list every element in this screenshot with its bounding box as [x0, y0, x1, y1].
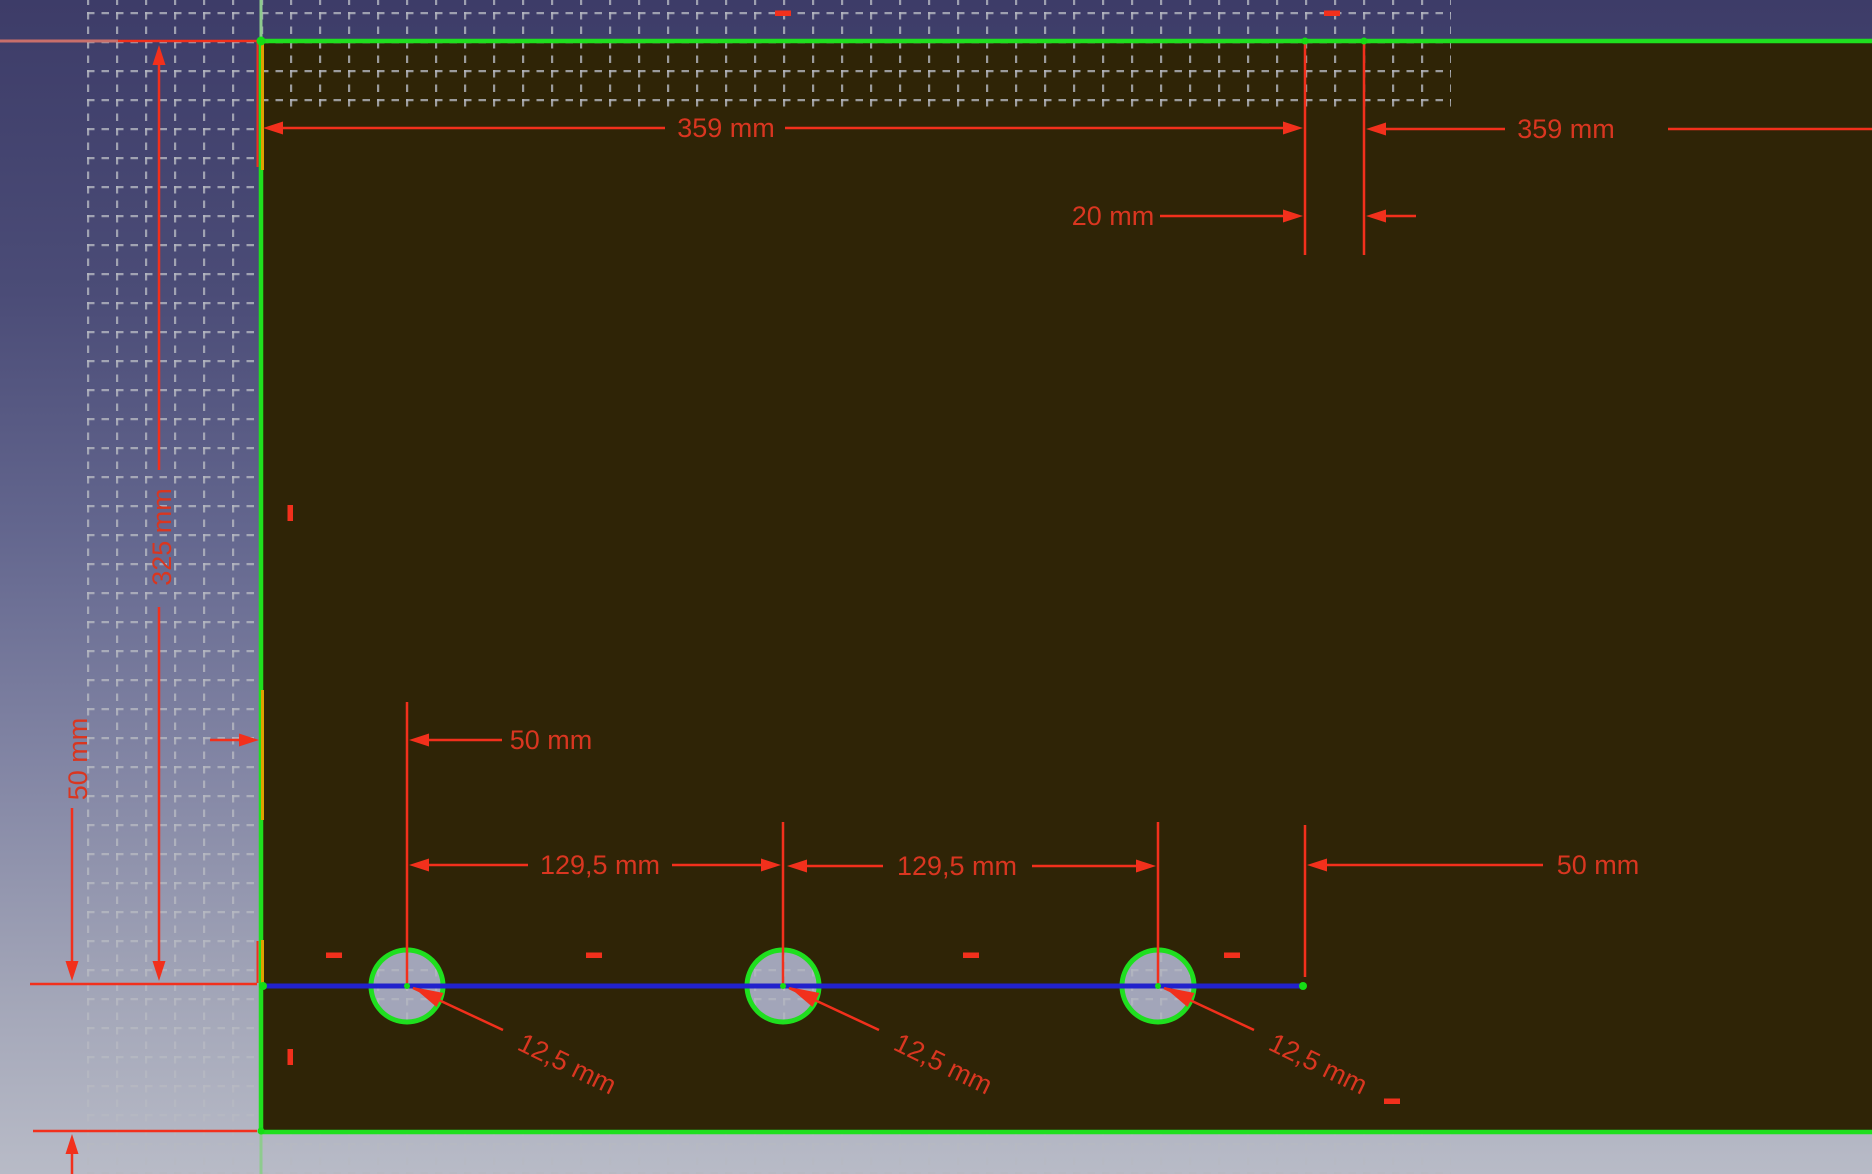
dim-label-width-top-left[interactable]: 359 mm [677, 113, 775, 143]
dim-label-slot-width[interactable]: 20 mm [1072, 201, 1155, 231]
hole-center-point[interactable] [404, 983, 410, 989]
vertical-constraint-icon[interactable] [288, 505, 294, 521]
horizontal-constraint-icon[interactable] [1384, 1099, 1400, 1105]
dim-label-right-offset[interactable]: 50 mm [1557, 850, 1640, 880]
freecad-3d-viewport[interactable]: 359 mm 359 mm 20 mm 325 mm 50 mm 50 mm 1… [0, 0, 1872, 1174]
horizontal-constraint-icon[interactable] [326, 953, 342, 959]
line-end-point[interactable] [1299, 982, 1307, 990]
dim-label-first-hole-offset[interactable]: 50 mm [510, 725, 593, 755]
corner-point[interactable] [258, 1128, 265, 1135]
horizontal-constraint-icon[interactable] [963, 953, 979, 959]
horizontal-constraint-icon[interactable] [1324, 11, 1340, 17]
edge-point[interactable] [1302, 38, 1309, 45]
line-start-point[interactable] [259, 982, 267, 990]
dim-label-height-left[interactable]: 325 mm [147, 488, 177, 586]
horizontal-constraint-icon[interactable] [1224, 953, 1240, 959]
hole-center-point[interactable] [1155, 983, 1161, 989]
hole-center-point[interactable] [780, 983, 786, 989]
sketch-face[interactable] [261, 41, 1872, 1132]
vertical-constraint-icon[interactable] [288, 1049, 294, 1065]
dim-label-hole-pitch-1[interactable]: 129,5 mm [540, 850, 660, 880]
sketch-viewport: 359 mm 359 mm 20 mm 325 mm 50 mm 50 mm 1… [0, 0, 1872, 1174]
origin-point[interactable] [257, 37, 266, 46]
horizontal-constraint-icon[interactable] [586, 953, 602, 959]
dim-label-hole-pitch-2[interactable]: 129,5 mm [897, 851, 1017, 881]
horizontal-constraint-icon[interactable] [775, 11, 791, 17]
dim-label-width-top-right[interactable]: 359 mm [1517, 114, 1615, 144]
edge-point[interactable] [1361, 38, 1368, 45]
dim-label-bottom-offset[interactable]: 50 mm [63, 718, 93, 801]
